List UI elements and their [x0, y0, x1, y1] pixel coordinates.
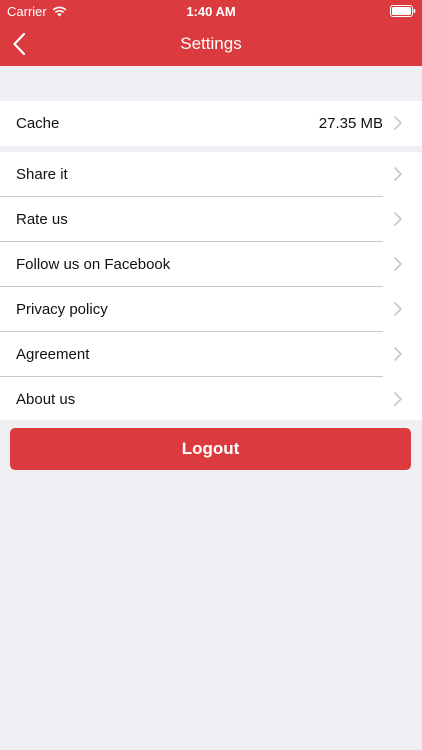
about-us-label: About us — [16, 391, 76, 408]
about-us-row[interactable]: About us — [0, 377, 422, 422]
share-it-row[interactable]: Share it — [0, 152, 422, 197]
cache-size-value: 27.35 MB — [318, 115, 383, 132]
chevron-right-icon — [394, 302, 402, 316]
share-it-label: Share it — [16, 166, 68, 183]
chevron-right-icon — [394, 257, 402, 271]
battery-icon — [390, 5, 416, 17]
chevron-right-icon — [394, 167, 402, 181]
agreement-label: Agreement — [16, 346, 90, 363]
cache-label: Cache — [16, 115, 60, 132]
privacy-policy-row[interactable]: Privacy policy — [0, 287, 422, 332]
logout-button[interactable]: Logout — [10, 428, 411, 470]
navigation-bar: Settings — [0, 22, 422, 66]
chevron-right-icon — [394, 392, 402, 406]
privacy-policy-label: Privacy policy — [16, 301, 108, 318]
status-bar: Carrier 1:40 AM — [0, 0, 422, 22]
cache-group: Cache 27.35 MB — [0, 101, 422, 146]
rate-us-label: Rate us — [16, 211, 68, 228]
chevron-right-icon — [394, 116, 402, 130]
chevron-right-icon — [394, 212, 402, 226]
page-title: Settings — [180, 34, 242, 53]
agreement-row[interactable]: Agreement — [0, 332, 422, 377]
status-time: 1:40 AM — [186, 4, 236, 19]
chevron-right-icon — [394, 347, 402, 361]
follow-facebook-label: Follow us on Facebook — [16, 256, 171, 273]
rate-us-row[interactable]: Rate us — [0, 197, 422, 242]
settings-list: Share it Rate us Follow us on Facebook P… — [0, 152, 422, 420]
cache-row[interactable]: Cache 27.35 MB — [0, 101, 422, 146]
header: Carrier 1:40 AM Settings — [0, 0, 422, 66]
follow-facebook-row[interactable]: Follow us on Facebook — [0, 242, 422, 287]
